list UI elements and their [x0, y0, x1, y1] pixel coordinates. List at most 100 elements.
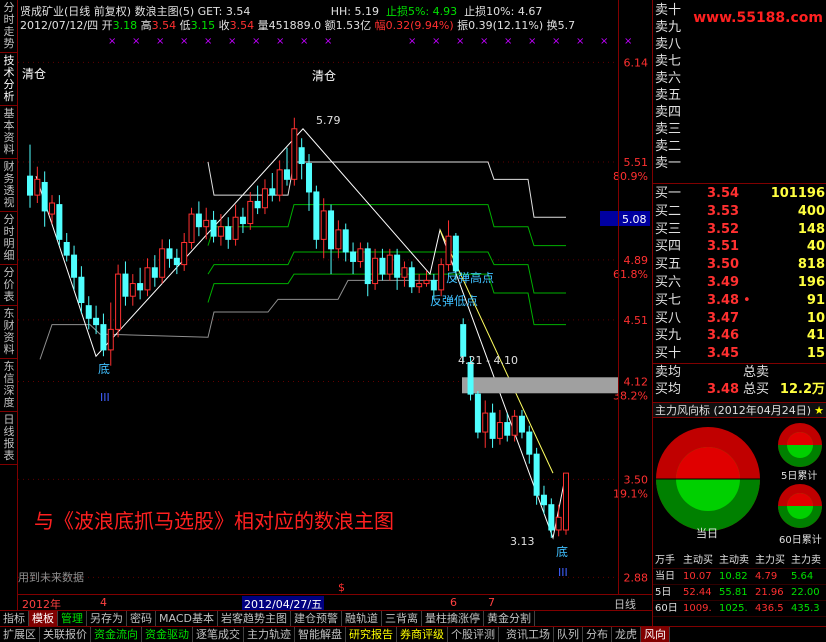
- toolbar1-item-1[interactable]: 模板: [29, 611, 58, 626]
- toolbar1-item-3[interactable]: 另存为: [87, 611, 127, 626]
- toolbar2-item-8[interactable]: 券商评级: [397, 627, 448, 642]
- toolbar2-item-12[interactable]: 分布: [583, 627, 612, 642]
- left-tab-bar: 分时走势 技术分析 基本资料 财务透视 分时明细 分价表 东财资料 东信深度 日线报表: [0, 0, 18, 612]
- marker-x-icon: ×: [180, 36, 188, 47]
- rebound-high-label: 反弹高点: [446, 270, 494, 285]
- buy-row-3[interactable]: 买四 3.51 40: [653, 238, 826, 255]
- buy-row-7[interactable]: 买八 3.47 10: [653, 310, 826, 327]
- buy-row-9[interactable]: 买十 3.45 15: [653, 345, 826, 362]
- change-value: 幅0.32(9.94%): [374, 19, 454, 31]
- candle-down: [350, 251, 357, 262]
- toolbar2-item-0[interactable]: 扩展区: [0, 627, 40, 642]
- buy-row-6[interactable]: 买七 3.48 91 •: [653, 292, 826, 309]
- sell-row-2[interactable]: 卖八: [653, 36, 826, 53]
- left-tab-2[interactable]: 基本资料: [0, 106, 18, 159]
- candle-down: [239, 216, 246, 225]
- left-tab-8[interactable]: 日线报表: [0, 412, 18, 465]
- left-tab-0[interactable]: 分时走势: [0, 0, 18, 53]
- candle-down: [540, 494, 547, 506]
- sell-row-8[interactable]: 卖二: [653, 138, 826, 155]
- sell-row-9[interactable]: 卖一: [653, 155, 826, 172]
- left-tab-5[interactable]: 分价表: [0, 265, 18, 306]
- toolbar2-item-2[interactable]: 资金流向: [91, 627, 142, 642]
- y-tick-label: 4.51: [624, 314, 649, 327]
- candle-up: [438, 264, 445, 291]
- buy-row-8[interactable]: 买九 3.46 41: [653, 327, 826, 344]
- toolbar2-item-9[interactable]: 个股评测: [448, 627, 499, 642]
- toolbar1-item-8[interactable]: 融轨道: [342, 611, 382, 626]
- sell-row-5[interactable]: 卖五: [653, 87, 826, 104]
- buy-label: 买二: [655, 203, 682, 219]
- buy-row-5[interactable]: 买六 3.49 196: [653, 274, 826, 291]
- y-tick-label: 4.12: [624, 376, 649, 389]
- candle-down: [526, 431, 533, 455]
- buy-label: 买八: [655, 310, 682, 326]
- toolbar1-item-4[interactable]: 密码: [127, 611, 156, 626]
- buy-vol: 818: [797, 257, 825, 273]
- candle-up: [416, 283, 423, 288]
- candle-down: [394, 254, 401, 278]
- left-tab-1[interactable]: 技术分析: [0, 53, 18, 106]
- sell-label: 卖一: [655, 156, 682, 171]
- buy-row-4[interactable]: 买五 3.50 818: [653, 256, 826, 273]
- star-icon[interactable]: ★: [814, 403, 824, 419]
- toolbar2-item-1[interactable]: 关联报价: [40, 627, 91, 642]
- toolbar2-item-7[interactable]: 研究报告: [346, 627, 397, 642]
- sell-row-6[interactable]: 卖四: [653, 104, 826, 121]
- toolbar2-item-3[interactable]: 资金驱动: [142, 627, 193, 642]
- buy-price: 3.54: [707, 186, 740, 201]
- y-tick-label: 5.51: [624, 156, 649, 169]
- candle-up: [232, 216, 239, 240]
- table-cell: 10.07: [683, 571, 712, 582]
- date-label-jun: 6: [450, 596, 457, 609]
- toolbar1-item-2[interactable]: 管理: [58, 611, 87, 626]
- buy-price: 3.50: [707, 257, 740, 273]
- candlestick-chart[interactable]: × × × × × × × × × × × × × × × × × × × × 6.14 5.51 80.9% 4.89 61.…: [18, 0, 652, 612]
- marker-x-icon: ×: [204, 36, 212, 47]
- y-tick-label: 6.14: [624, 56, 649, 69]
- buy-label: 买四: [655, 239, 682, 255]
- marker-x-icon: ×: [132, 36, 140, 47]
- table-row-label: 当日: [655, 571, 675, 582]
- left-tab-7[interactable]: 东信深度: [0, 359, 18, 412]
- buy-row-1[interactable]: 买二 3.53 400: [653, 203, 826, 220]
- toolbar1-item-5[interactable]: MACD基本: [156, 611, 218, 626]
- toolbar1-item-9[interactable]: 三背离: [382, 611, 422, 626]
- buy-row-2[interactable]: 买三 3.52 148: [653, 221, 826, 238]
- buy-price: 3.53: [707, 203, 740, 219]
- future-data-note: 用到未来数据: [18, 570, 84, 584]
- left-tab-6[interactable]: 东财资料: [0, 306, 18, 359]
- sell-row-4[interactable]: 卖六: [653, 70, 826, 87]
- toolbar2-item-14[interactable]: 风向: [641, 627, 670, 642]
- candle-down: [122, 273, 129, 297]
- stock-header-line2: 2012/07/12/四 开3.18 高3.54 低3.15 收3.54 量45…: [20, 17, 600, 31]
- marker-x-icon: ×: [432, 36, 440, 47]
- sell-row-3[interactable]: 卖七: [653, 53, 826, 70]
- resistance-line-white: [207, 161, 566, 218]
- header-date: 2012/07/12/四: [20, 19, 99, 31]
- toolbar2-item-6[interactable]: 智能解盘: [295, 627, 346, 642]
- toolbar2-item-4[interactable]: 逐笔成交: [193, 627, 244, 642]
- marker-x-icon: ×: [108, 36, 116, 47]
- bottom-label: 底: [98, 361, 110, 376]
- toolbar1-item-6[interactable]: 岩客趋势主图: [218, 611, 291, 626]
- candle-up: [482, 412, 489, 433]
- candle-up: [496, 422, 503, 439]
- toolbar2-item-11[interactable]: 队列: [554, 627, 583, 642]
- left-tab-4[interactable]: 分时明细: [0, 212, 18, 265]
- toolbar2-item-13[interactable]: 龙虎: [612, 627, 641, 642]
- sell-row-0[interactable]: 卖十: [653, 2, 826, 19]
- left-tab-3[interactable]: 财务透视: [0, 159, 18, 212]
- sell-row-1[interactable]: 卖九: [653, 19, 826, 36]
- buy-row-0[interactable]: 买一 3.54 101196: [653, 185, 826, 202]
- toolbar2-item-5[interactable]: 主力轨迹: [244, 627, 295, 642]
- candle-up: [159, 248, 166, 278]
- sell-label: 卖五: [655, 88, 682, 103]
- ob-separator: [653, 183, 826, 184]
- toolbar1-item-10[interactable]: 量柱擒涨停: [422, 611, 484, 626]
- toolbar2-item-10[interactable]: 资讯工场: [503, 627, 554, 642]
- sell-row-7[interactable]: 卖三: [653, 121, 826, 138]
- toolbar1-item-7[interactable]: 建仓预警: [291, 611, 342, 626]
- toolbar1-item-11[interactable]: 黄金分割: [484, 611, 535, 626]
- toolbar1-item-0[interactable]: 指标: [0, 611, 29, 626]
